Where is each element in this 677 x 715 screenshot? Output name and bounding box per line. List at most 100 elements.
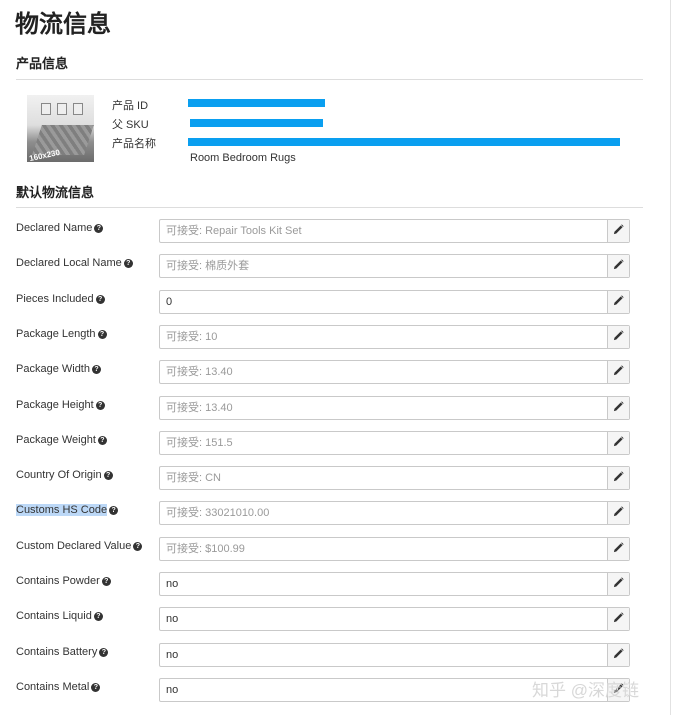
field-label-text: Contains Battery (16, 645, 98, 658)
question-circle-icon[interactable]: ? (93, 612, 103, 622)
field-input[interactable] (160, 255, 607, 278)
question-circle-icon[interactable]: ? (109, 506, 119, 516)
field-input[interactable] (160, 396, 607, 419)
thumbnail-frame (73, 103, 83, 115)
question-circle-icon[interactable]: ? (91, 682, 101, 692)
field-label: Declared Local Name? (16, 257, 133, 269)
thumbnail-frame (41, 103, 51, 115)
field-label: Custom Declared Value? (16, 540, 143, 552)
field-input-group (159, 289, 630, 314)
edit-button[interactable] (607, 502, 629, 525)
field-input-group (159, 501, 630, 526)
pencil-icon (613, 399, 624, 417)
pencil-icon (613, 257, 624, 275)
field-input[interactable] (160, 573, 607, 595)
field-label: Package Weight? (16, 434, 107, 446)
field-input-group (159, 395, 630, 420)
field-input-group (159, 642, 630, 667)
product-thumbnail: 160x230 (27, 95, 94, 162)
field-label-text: Package Weight (16, 433, 96, 446)
field-label: Customs HS Code? (16, 504, 119, 517)
question-circle-icon[interactable]: ? (95, 400, 105, 410)
question-circle-icon[interactable]: ? (91, 365, 101, 375)
field-input[interactable] (160, 325, 607, 348)
question-circle-icon[interactable]: ? (94, 224, 104, 233)
field-input[interactable] (160, 467, 607, 490)
field-label-text: Contains Metal (16, 680, 90, 693)
field-label: Contains Metal? (16, 680, 101, 693)
field-input-group (159, 466, 630, 491)
pencil-icon (613, 575, 624, 593)
field-label-text: Country Of Origin (16, 469, 102, 482)
field-input[interactable] (160, 290, 607, 313)
parent-sku-label: 父 SKU (112, 119, 149, 131)
pencil-icon (613, 610, 624, 628)
field-input[interactable] (160, 537, 607, 560)
edit-button[interactable] (607, 396, 629, 419)
edit-button[interactable] (607, 255, 629, 278)
pencil-icon (613, 469, 624, 487)
field-input[interactable] (160, 220, 607, 242)
field-label-text: Package Height (16, 398, 94, 411)
product-id-redaction (188, 99, 325, 107)
edit-button[interactable] (607, 573, 629, 595)
field-input[interactable] (160, 643, 607, 666)
field-label-text: Contains Liquid (16, 610, 92, 623)
product-section-title: 产品信息 (16, 56, 69, 71)
field-label: Contains Battery? (16, 645, 109, 658)
field-label: Country Of Origin? (16, 469, 113, 481)
field-label: Pieces Included? (16, 293, 105, 305)
field-label-text: Package Width (16, 363, 90, 376)
edit-button[interactable] (607, 220, 629, 242)
edit-button[interactable] (607, 608, 629, 631)
product-name-value: Room Bedroom Rugs (190, 152, 296, 164)
edit-button[interactable] (607, 537, 629, 560)
edit-button[interactable] (607, 325, 629, 348)
field-label: Declared Name? (16, 222, 104, 234)
page-title: 物流信息 (15, 11, 111, 38)
product-id-label: 产品 ID (112, 100, 149, 112)
field-input-group (159, 430, 630, 455)
field-input-group (159, 324, 630, 349)
question-circle-icon[interactable]: ? (123, 259, 133, 269)
question-circle-icon[interactable]: ? (95, 294, 105, 304)
product-name-redaction (188, 138, 620, 146)
product-name-label: 产品名称 (112, 138, 156, 150)
field-input-group (159, 572, 630, 596)
field-label-text: Declared Name (16, 222, 93, 234)
right-edge-border (670, 0, 671, 715)
field-input[interactable] (160, 502, 607, 525)
field-label-text: Declared Local Name (16, 257, 122, 270)
field-label: Contains Liquid? (16, 610, 103, 622)
pencil-icon (613, 293, 624, 311)
question-circle-icon[interactable]: ? (97, 329, 107, 339)
pencil-icon (613, 540, 624, 558)
field-label: Package Width? (16, 363, 101, 375)
field-input-group (159, 536, 630, 561)
question-circle-icon[interactable]: ? (103, 471, 113, 481)
watermark: 知乎 @深度链 (532, 681, 639, 700)
question-circle-icon[interactable]: ? (99, 647, 109, 657)
field-label-text: Package Length (16, 327, 96, 340)
field-input-group (159, 219, 630, 243)
edit-button[interactable] (607, 290, 629, 313)
pencil-icon (613, 363, 624, 381)
edit-button[interactable] (607, 643, 629, 666)
question-circle-icon[interactable]: ? (133, 541, 143, 551)
question-circle-icon[interactable]: ? (97, 435, 107, 445)
divider (16, 79, 643, 80)
field-label: Contains Powder? (16, 575, 111, 587)
thumbnail-frame (57, 103, 67, 115)
field-label: Package Height? (16, 399, 105, 411)
field-input[interactable] (160, 431, 607, 454)
field-label: Package Length? (16, 328, 107, 340)
field-input[interactable] (160, 361, 607, 384)
question-circle-icon[interactable]: ? (101, 577, 111, 586)
edit-button[interactable] (607, 361, 629, 384)
field-label-text: Contains Powder (16, 575, 100, 587)
field-input-group (159, 254, 630, 279)
edit-button[interactable] (607, 431, 629, 454)
field-input[interactable] (160, 608, 607, 631)
parent-sku-redaction (190, 119, 323, 127)
edit-button[interactable] (607, 467, 629, 490)
